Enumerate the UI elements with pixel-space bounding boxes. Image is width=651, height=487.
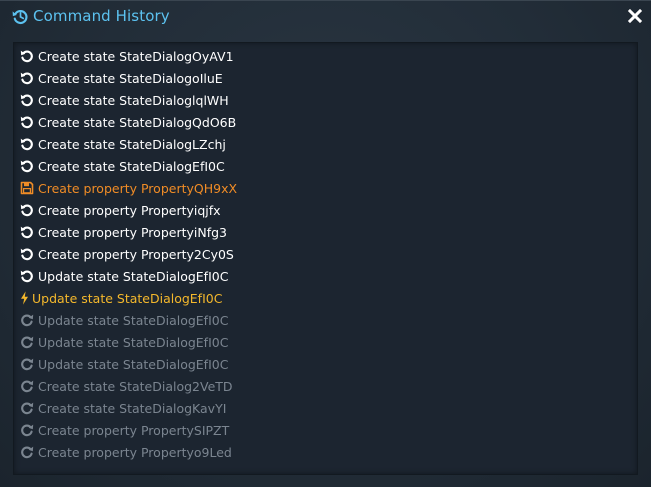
history-item[interactable]: Create property PropertyiNfg3 <box>20 221 237 243</box>
history-item[interactable]: Create state StateDialogOyAV1 <box>20 45 237 67</box>
history-item[interactable]: Create property Propertyo9Led <box>20 441 237 463</box>
history-item-label: Update state StateDialogEfI0C <box>32 290 223 306</box>
redo-icon <box>21 402 34 415</box>
history-list: Create state StateDialogOyAV1 Create stat… <box>20 45 237 463</box>
save-icon <box>20 181 34 195</box>
history-item-label: Create state StateDialog2VeTD <box>38 378 233 394</box>
history-item[interactable]: Create state StateDialogKavYI <box>20 397 237 419</box>
window-title: Command History <box>33 7 170 25</box>
close-icon[interactable] <box>628 9 642 23</box>
history-item[interactable]: Create property PropertySIPZT <box>20 419 237 441</box>
history-item-label: Create property Property2Cy0S <box>38 246 234 262</box>
history-item[interactable]: Update state StateDialogEfI0C <box>20 309 237 331</box>
history-item-label: Create state StateDialoglqlWH <box>38 92 229 108</box>
undo-icon <box>20 72 33 85</box>
redo-icon <box>21 336 34 349</box>
history-item[interactable]: Create state StateDialogQdO6B <box>20 111 237 133</box>
redo-icon <box>21 358 34 371</box>
history-item-label: Create property PropertySIPZT <box>38 422 230 438</box>
history-item[interactable]: Create property PropertyQH9xX <box>20 177 237 199</box>
history-item[interactable]: Create property Propertyiqjfx <box>20 199 237 221</box>
history-icon <box>12 10 28 25</box>
redo-icon <box>21 314 34 327</box>
undo-icon <box>20 94 33 107</box>
history-item-label: Update state StateDialogEfI0C <box>38 268 229 284</box>
history-item-label: Create state StateDialogKavYI <box>38 400 227 416</box>
history-item-label: Create property Propertyiqjfx <box>38 202 221 218</box>
history-item[interactable]: Create property Property2Cy0S <box>20 243 237 265</box>
history-item-label: Create state StateDialogoIluE <box>38 70 223 86</box>
history-item[interactable]: Update state StateDialogEfI0C <box>20 331 237 353</box>
history-item-label: Create state StateDialogQdO6B <box>38 114 237 130</box>
history-item-label: Create state StateDialogEfI0C <box>38 158 225 174</box>
undo-icon <box>20 50 33 63</box>
history-item[interactable]: Create state StateDialogoIluE <box>20 67 237 89</box>
history-item-label: Create state StateDialogLZchj <box>38 136 226 152</box>
undo-icon <box>20 138 33 151</box>
history-item-label: Create property PropertyiNfg3 <box>38 224 227 240</box>
history-item-label: Create property Propertyo9Led <box>38 444 232 460</box>
history-item[interactable]: Create state StateDialog2VeTD <box>20 375 237 397</box>
history-item[interactable]: Create state StateDialogLZchj <box>20 133 237 155</box>
history-item[interactable]: Create state StateDialoglqlWH <box>20 89 237 111</box>
redo-icon <box>21 446 34 459</box>
history-item[interactable]: Create state StateDialogEfI0C <box>20 155 237 177</box>
undo-icon <box>20 204 33 217</box>
undo-icon <box>20 160 33 173</box>
redo-icon <box>21 380 34 393</box>
history-item-label: Create state StateDialogOyAV1 <box>38 48 234 64</box>
history-item-label: Create property PropertyQH9xX <box>38 180 238 196</box>
undo-icon <box>20 270 33 283</box>
undo-icon <box>20 248 33 261</box>
history-item-label: Update state StateDialogEfI0C <box>38 312 229 328</box>
redo-icon <box>21 424 34 437</box>
history-list-panel[interactable]: Create state StateDialogOyAV1 Create stat… <box>13 42 638 475</box>
history-item[interactable]: Update state StateDialogEfI0C <box>20 287 237 309</box>
command-history-window: Command History Create state StateDialog… <box>0 0 651 487</box>
history-item[interactable]: Update state StateDialogEfI0C <box>20 353 237 375</box>
history-item-label: Update state StateDialogEfI0C <box>38 334 229 350</box>
title-bar[interactable]: Command History <box>0 1 651 33</box>
lightning-icon <box>21 291 28 305</box>
history-item-label: Update state StateDialogEfI0C <box>38 356 229 372</box>
history-item[interactable]: Update state StateDialogEfI0C <box>20 265 237 287</box>
undo-icon <box>20 226 33 239</box>
undo-icon <box>20 116 33 129</box>
